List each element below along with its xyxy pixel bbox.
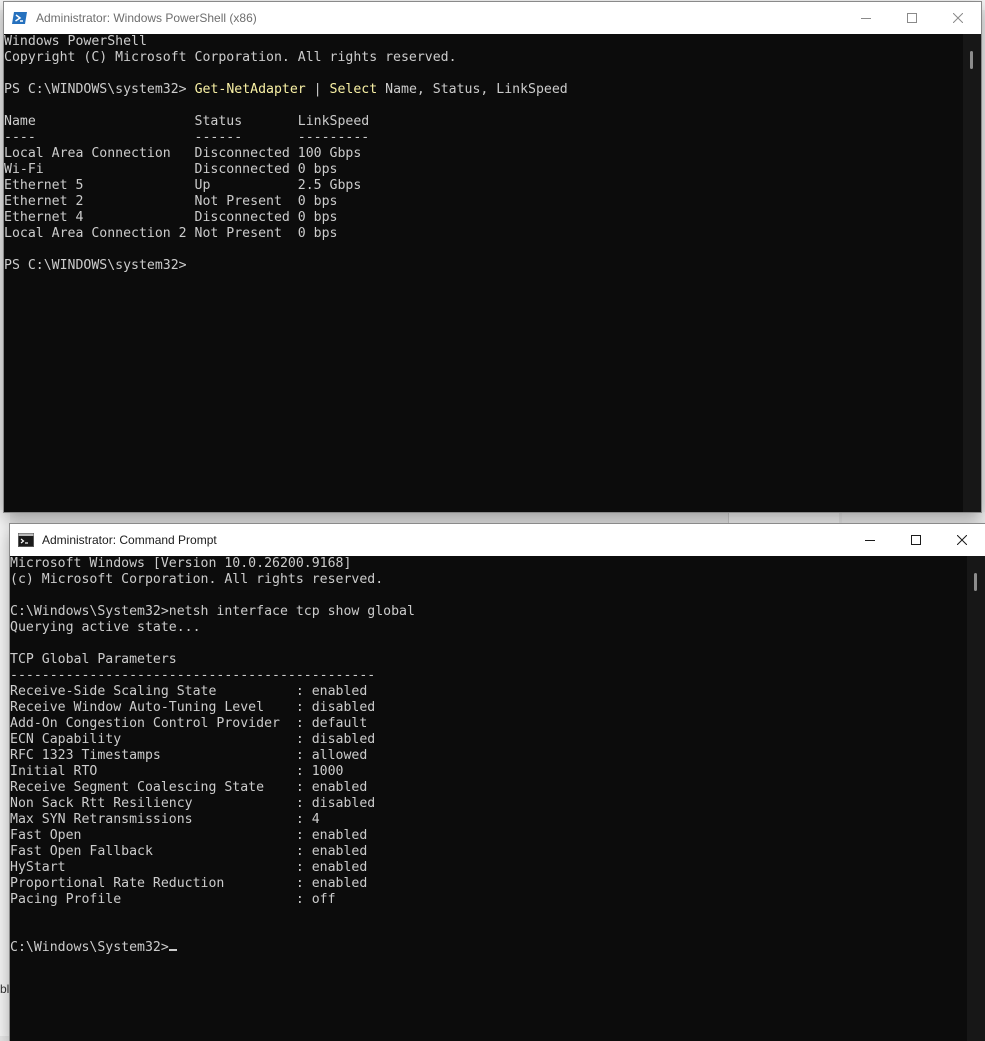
maximize-icon	[911, 535, 921, 545]
tcp-param-row: Receive Window Auto-Tuning Level : disab…	[10, 700, 376, 715]
cmd-scrollbar-thumb[interactable]	[974, 573, 977, 591]
minimize-icon	[861, 18, 871, 19]
cmd-title: Administrator: Command Prompt	[42, 533, 217, 547]
tcp-param-row: HyStart : enabled	[10, 860, 368, 875]
tcp-param-row: RFC 1323 Timestamps : allowed	[10, 748, 368, 763]
ps-banner-line1: Windows PowerShell	[4, 34, 147, 49]
ps-final-prompt: PS C:\WINDOWS\system32>	[4, 258, 187, 273]
powershell-titlebar[interactable]: Administrator: Windows PowerShell (x86)	[4, 2, 981, 34]
powershell-console[interactable]: Windows PowerShell Copyright (C) Microso…	[4, 34, 981, 512]
maximize-icon	[907, 13, 917, 23]
tcp-param-row: Receive-Side Scaling State : enabled	[10, 684, 368, 699]
cmd-titlebar[interactable]: Administrator: Command Prompt	[10, 524, 985, 556]
cmd-divider: ----------------------------------------…	[10, 668, 376, 683]
ps-pipe: |	[305, 82, 330, 97]
close-icon	[953, 13, 963, 23]
cmd-final-prompt: C:\Windows\System32>	[10, 940, 169, 955]
ps-args: Name, Status, LinkSpeed	[377, 82, 568, 97]
cmd-command-line: C:\Windows\System32>netsh interface tcp …	[10, 604, 415, 619]
table-row: Local Area Connection 2 Not Present 0 bp…	[4, 226, 338, 241]
tcp-param-row: Proportional Rate Reduction : enabled	[10, 876, 368, 891]
tcp-param-row: Initial RTO : 1000	[10, 764, 344, 779]
desktop-background-left	[0, 510, 10, 1041]
cmd-output[interactable]: Microsoft Windows [Version 10.0.26200.91…	[10, 556, 415, 956]
ps-banner-line2: Copyright (C) Microsoft Corporation. All…	[4, 50, 457, 65]
tcp-param-row: Non Sack Rtt Resiliency : disabled	[10, 796, 376, 811]
cmd-banner-line2: (c) Microsoft Corporation. All rights re…	[10, 572, 384, 587]
tcp-params-list: Receive-Side Scaling State : enabled Rec…	[10, 684, 375, 907]
tcp-param-row: Max SYN Retransmissions : 4	[10, 812, 320, 827]
tcp-param-row: Fast Open Fallback : enabled	[10, 844, 368, 859]
table-row: Ethernet 5 Up 2.5 Gbps	[4, 178, 362, 193]
table-header-row: Name Status LinkSpeed	[4, 114, 370, 129]
cmd-scrollbar[interactable]	[967, 556, 985, 1041]
cmd-querying: Querying active state...	[10, 620, 201, 635]
table-row: Ethernet 2 Not Present 0 bps	[4, 194, 338, 209]
table-row: Ethernet 4 Disconnected 0 bps	[4, 210, 338, 225]
powershell-output[interactable]: Windows PowerShell Copyright (C) Microso…	[4, 34, 568, 274]
powershell-window[interactable]: Administrator: Windows PowerShell (x86) …	[4, 2, 981, 512]
cmd-window[interactable]: Administrator: Command Prompt Microsoft …	[10, 524, 985, 1041]
powershell-scrollbar[interactable]	[963, 34, 981, 512]
maximize-button[interactable]	[893, 524, 939, 556]
ps-prompt: PS C:\WINDOWS\system32>	[4, 82, 195, 97]
minimize-icon	[865, 540, 875, 541]
ps-cmdlet: Get-NetAdapter	[194, 82, 306, 97]
close-icon	[957, 535, 967, 545]
cmd-banner-line1: Microsoft Windows [Version 10.0.26200.91…	[10, 556, 352, 571]
cmd-section-title: TCP Global Parameters	[10, 652, 177, 667]
table-row: Wi-Fi Disconnected 0 bps	[4, 162, 338, 177]
tcp-param-row: ECN Capability : disabled	[10, 732, 376, 747]
table-separator-row: ---- ------ ---------	[4, 130, 370, 145]
powershell-scrollbar-thumb[interactable]	[970, 51, 973, 69]
close-button[interactable]	[935, 2, 981, 34]
minimize-button[interactable]	[843, 2, 889, 34]
text-cursor	[168, 949, 177, 951]
minimize-button[interactable]	[847, 524, 893, 556]
tcp-param-row: Fast Open : enabled	[10, 828, 368, 843]
tcp-param-row: Pacing Profile : off	[10, 892, 336, 907]
cmd-console[interactable]: Microsoft Windows [Version 10.0.26200.91…	[10, 556, 985, 1041]
ps-select: Select	[329, 82, 378, 97]
tcp-param-row: Add-On Congestion Control Provider : def…	[10, 716, 368, 731]
powershell-title: Administrator: Windows PowerShell (x86)	[36, 11, 257, 25]
maximize-button[interactable]	[889, 2, 935, 34]
close-button[interactable]	[939, 524, 985, 556]
powershell-icon	[12, 12, 27, 24]
tcp-param-row: Receive Segment Coalescing State : enabl…	[10, 780, 368, 795]
table-row: Local Area Connection Disconnected 100 G…	[4, 146, 362, 161]
cmd-icon	[18, 533, 34, 547]
ps-adapter-table: Name Status LinkSpeed ---- ------ ------…	[4, 114, 369, 241]
